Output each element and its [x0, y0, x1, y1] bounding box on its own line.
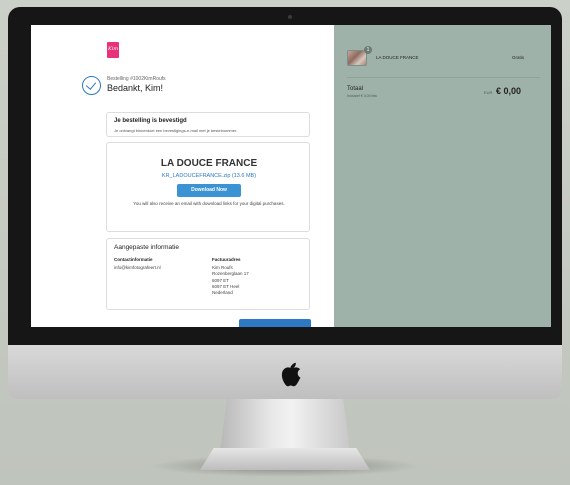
summary-item-name: LA DOUCE FRANCE: [376, 55, 419, 60]
contact-info-label: Contactinformatie: [114, 257, 153, 262]
product-title: LA DOUCE FRANCE: [160, 158, 258, 169]
confirmation-heading: Je bestelling is bevestigd: [114, 118, 187, 124]
custom-info-card: Aangepaste informatie Contactinformatie …: [106, 238, 310, 310]
thank-you-heading: Bedankt, Kim!: [107, 83, 164, 93]
monitor-foot: [200, 448, 370, 470]
brand-logo-text: Kim: [108, 46, 119, 52]
tax-note: Inclusief € 0,00 btw: [347, 94, 377, 98]
contact-info-column: Contactinformatie info@kimfotografeert.n…: [114, 257, 161, 271]
contact-email: info@kimfotografeert.nl: [114, 265, 161, 271]
brand-logo[interactable]: Kim: [107, 42, 119, 58]
download-card: LA DOUCE FRANCE KR_LADOUCEFRANCE.zip (13…: [106, 142, 310, 232]
download-note: You will also receive an email with down…: [133, 201, 285, 206]
billing-address-label: Factuuradres: [212, 257, 241, 262]
continue-shopping-button[interactable]: [239, 319, 311, 327]
billing-line: Rozenberglaan 17: [212, 271, 249, 277]
total-amount: € 0,00: [496, 86, 522, 96]
billing-line: Nederland: [212, 290, 233, 296]
screen: Kim Bestelling #1002KimRoufs Bedankt, Ki…: [31, 25, 551, 327]
check-circle-icon: [82, 76, 101, 95]
order-number: Bestelling #1002KimRoufs: [107, 76, 166, 82]
confirmation-text: Je ontvangt binnenkort een bevestigings-…: [114, 128, 238, 133]
order-status-panel: Kim Bestelling #1002KimRoufs Bedankt, Ki…: [31, 25, 334, 327]
currency-code: EUR: [484, 90, 493, 95]
download-file-link[interactable]: KR_LADOUCEFRANCE.zip (13.6 MB): [107, 173, 311, 179]
download-now-button[interactable]: Download Now: [177, 184, 241, 197]
apple-logo-icon: [281, 362, 301, 387]
billing-address-column: Factuuradres Kim Roufs Rozenberglaan 17 …: [212, 257, 249, 296]
monitor-stand: [220, 392, 350, 452]
custom-info-heading: Aangepaste informatie: [114, 244, 180, 251]
confirmation-card: Je bestelling is bevestigd Je ontvangt b…: [106, 112, 310, 137]
summary-item-price: Gratis: [512, 55, 525, 60]
order-summary-panel: 1 LA DOUCE FRANCE Gratis Totaal Inclusie…: [334, 25, 551, 327]
quantity-badge: 1: [364, 46, 372, 54]
camera-icon: [288, 15, 292, 19]
total-label: Totaal: [347, 86, 364, 92]
summary-divider: [347, 77, 540, 78]
